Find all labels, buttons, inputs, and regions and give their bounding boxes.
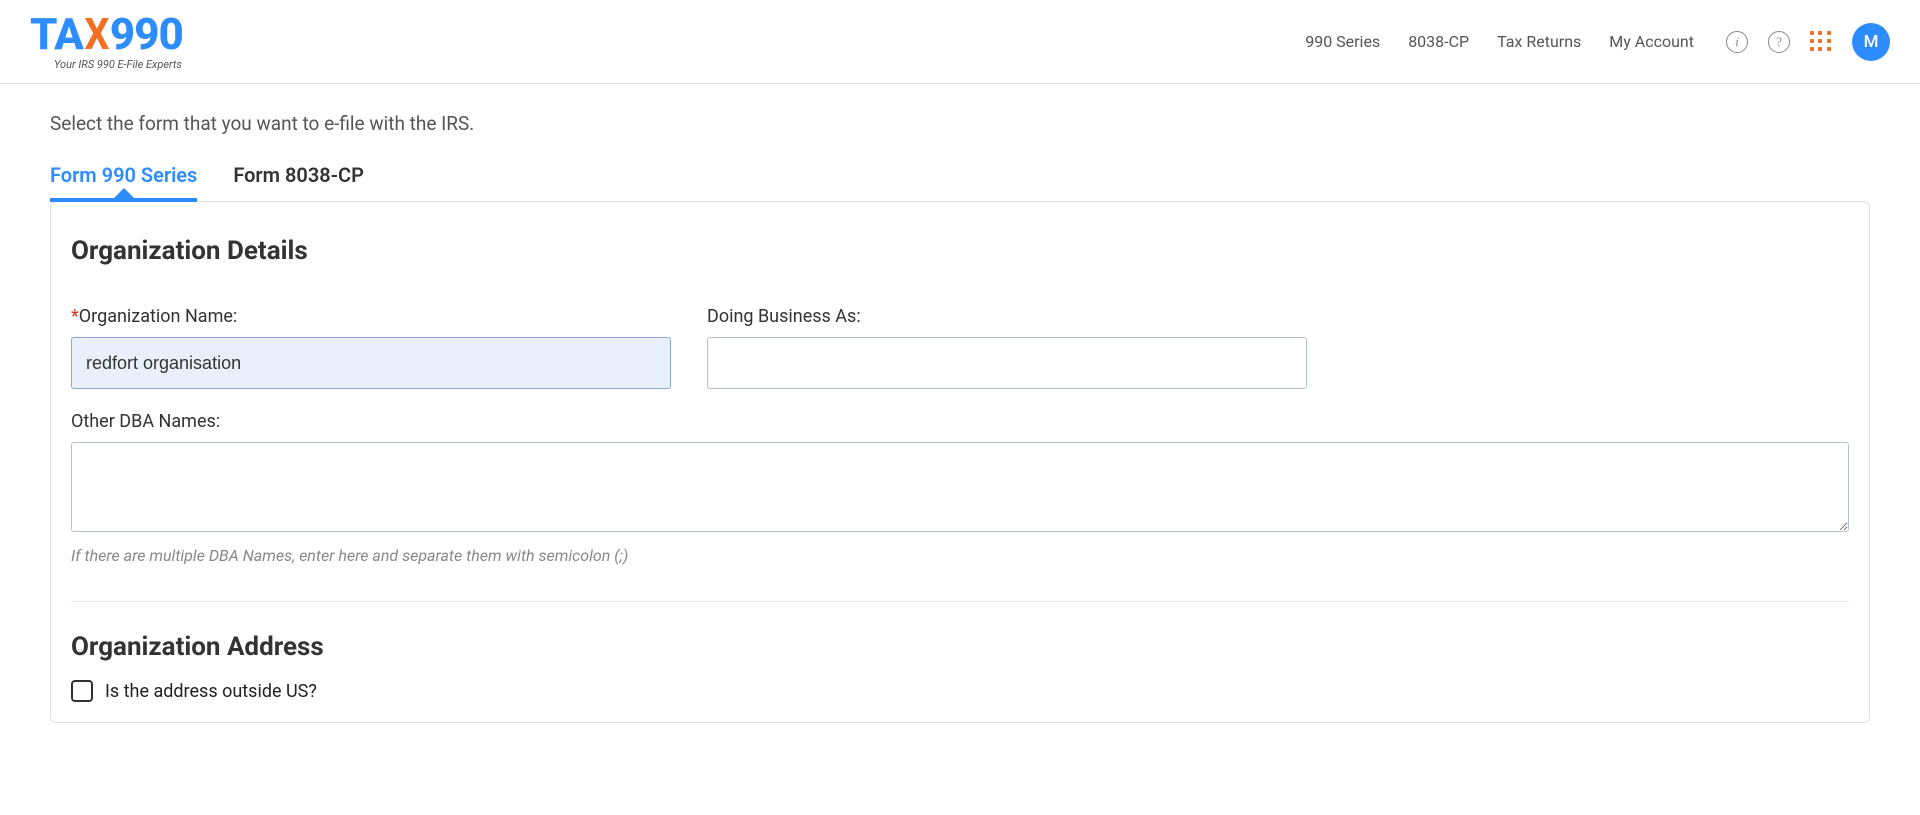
label-org-name-text: Organization Name: xyxy=(79,306,238,327)
outside-us-checkbox[interactable] xyxy=(71,680,93,702)
label-dba: Doing Business As: xyxy=(707,306,1307,327)
header: TAX990 Your IRS 990 E-File Experts 990 S… xyxy=(0,0,1920,84)
logo: TAX990 xyxy=(30,12,183,56)
field-org-name: *Organization Name: xyxy=(71,306,671,389)
field-other-dba: Other DBA Names: If there are multiple D… xyxy=(71,411,1849,565)
info-icon[interactable]: i xyxy=(1726,31,1748,53)
logo-x: X xyxy=(84,12,108,56)
row-org-name-dba: *Organization Name: Doing Business As: xyxy=(71,306,1849,389)
row-outside-us: Is the address outside US? xyxy=(71,680,1849,702)
nav-tax-returns[interactable]: Tax Returns xyxy=(1497,32,1581,51)
apps-grid-icon[interactable] xyxy=(1810,31,1832,53)
logo-block[interactable]: TAX990 Your IRS 990 E-File Experts xyxy=(30,12,183,71)
page-instruction: Select the form that you want to e-file … xyxy=(50,112,1870,135)
dba-input[interactable] xyxy=(707,337,1307,389)
header-icons: i ? M xyxy=(1726,23,1890,61)
logo-tagline: Your IRS 990 E-File Experts xyxy=(54,58,183,71)
label-other-dba: Other DBA Names: xyxy=(71,411,1849,432)
logo-text-2: 990 xyxy=(110,8,183,60)
section-title-org-details: Organization Details xyxy=(71,236,1849,266)
nav-my-account[interactable]: My Account xyxy=(1609,32,1694,51)
form-panel: Organization Details *Organization Name:… xyxy=(50,201,1870,723)
main-content: Select the form that you want to e-file … xyxy=(0,84,1920,723)
section-title-org-address: Organization Address xyxy=(71,632,1849,662)
avatar[interactable]: M xyxy=(1852,23,1890,61)
other-dba-hint: If there are multiple DBA Names, enter h… xyxy=(71,546,1849,565)
tab-form-8038-cp[interactable]: Form 8038-CP xyxy=(233,163,364,201)
header-nav: 990 Series 8038-CP Tax Returns My Accoun… xyxy=(1305,23,1890,61)
nav-990-series[interactable]: 990 Series xyxy=(1305,32,1380,51)
org-name-input[interactable] xyxy=(71,337,671,389)
avatar-initial: M xyxy=(1864,32,1879,52)
form-tabs: Form 990 Series Form 8038-CP xyxy=(50,163,1870,201)
label-outside-us: Is the address outside US? xyxy=(105,681,317,702)
section-divider xyxy=(71,601,1849,602)
field-dba: Doing Business As: xyxy=(707,306,1307,389)
nav-8038-cp[interactable]: 8038-CP xyxy=(1408,32,1469,51)
label-org-name: *Organization Name: xyxy=(71,306,671,327)
help-icon[interactable]: ? xyxy=(1768,31,1790,53)
other-dba-textarea[interactable] xyxy=(71,442,1849,532)
logo-text-1: TA xyxy=(30,8,83,60)
required-asterisk: * xyxy=(71,306,79,327)
tab-form-990-series[interactable]: Form 990 Series xyxy=(50,163,197,201)
